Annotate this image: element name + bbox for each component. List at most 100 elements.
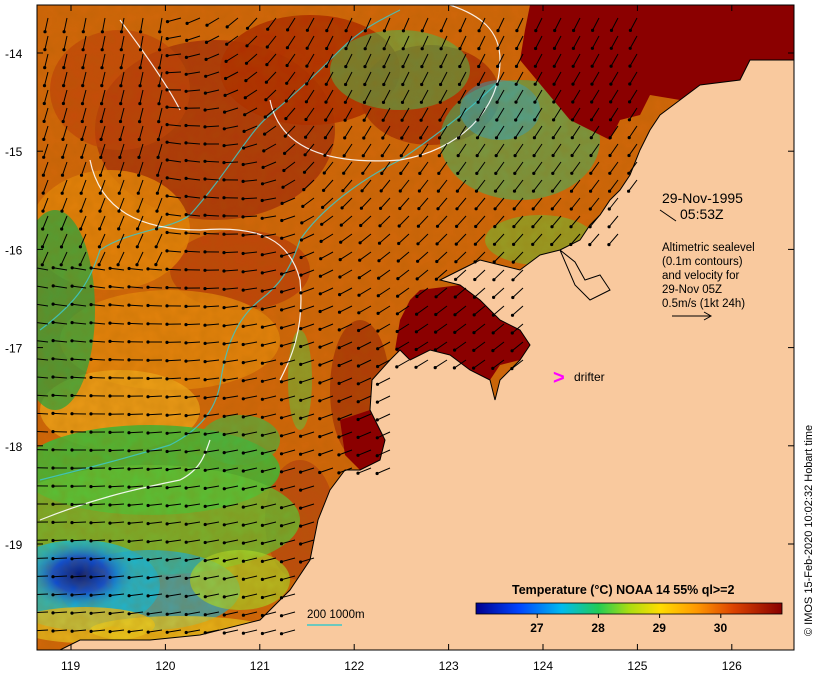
velocity-arrow-head bbox=[165, 71, 169, 75]
colorbar-tick-label: 29 bbox=[653, 621, 667, 635]
lat-tick-label: -18 bbox=[5, 440, 23, 454]
velocity-arrow-head bbox=[493, 189, 498, 193]
velocity-arrow-head bbox=[32, 521, 35, 524]
velocity-arrow-head bbox=[304, 135, 308, 139]
velocity-arrow-head bbox=[51, 284, 55, 288]
velocity-arrow-head bbox=[203, 360, 207, 364]
velocity-arrow-head bbox=[127, 376, 131, 380]
velocity-arrow-head bbox=[97, 263, 101, 267]
velocity-arrow-head bbox=[99, 137, 103, 141]
velocity-arrow-head bbox=[415, 277, 419, 281]
velocity-arrow-head bbox=[401, 65, 405, 69]
velocity-arrow-head bbox=[241, 251, 245, 256]
velocity-arrow-head bbox=[416, 242, 420, 246]
velocity-arrow-head bbox=[318, 292, 322, 296]
velocity-arrow-head bbox=[70, 412, 74, 416]
velocity-arrow-head bbox=[32, 629, 35, 632]
velocity-arrow-head bbox=[260, 253, 264, 257]
velocity-arrow-head bbox=[318, 399, 322, 403]
velocity-arrow-head bbox=[437, 171, 441, 175]
velocity-arrow-head bbox=[59, 263, 63, 267]
velocity-arrow bbox=[71, 503, 87, 505]
velocity-arrow-head bbox=[344, 82, 348, 87]
velocity-arrow-head bbox=[222, 232, 226, 236]
velocity-arrow-head bbox=[222, 196, 226, 200]
velocity-arrow-head bbox=[203, 91, 207, 95]
velocity-arrow bbox=[223, 251, 239, 254]
velocity-arrow-head bbox=[165, 20, 170, 24]
velocity-arrow-head bbox=[608, 118, 613, 122]
velocity-arrow-head bbox=[589, 171, 593, 175]
velocity-arrow-head bbox=[204, 40, 209, 45]
velocity-arrow-head bbox=[32, 430, 35, 433]
velocity-arrow-head bbox=[285, 63, 289, 68]
velocity-arrow-head bbox=[514, 100, 518, 104]
velocity-arrow-head bbox=[146, 431, 150, 435]
velocity-arrow-head bbox=[359, 223, 363, 228]
velocity-arrow-head bbox=[127, 412, 131, 417]
velocity-arrow-head bbox=[510, 331, 514, 335]
velocity-arrow-head bbox=[51, 320, 55, 324]
velocity-arrow-head bbox=[280, 254, 284, 258]
velocity-arrow-head bbox=[89, 284, 93, 288]
velocity-arrow-head bbox=[32, 502, 35, 505]
velocity-arrow-head bbox=[455, 224, 459, 228]
velocity-arrow bbox=[71, 376, 87, 379]
velocity-arrow-head bbox=[70, 339, 74, 343]
velocity-arrow-head bbox=[241, 233, 245, 237]
velocity-arrow-head bbox=[474, 224, 478, 229]
velocity-arrow-head bbox=[184, 414, 188, 418]
velocity-arrow-head bbox=[184, 89, 188, 93]
velocity-arrow-head bbox=[283, 151, 287, 155]
velocity-arrow-head bbox=[51, 448, 55, 452]
velocity-arrow-head bbox=[261, 165, 265, 169]
velocity-arrow-head bbox=[42, 101, 46, 106]
velocity-arrow-head bbox=[241, 324, 245, 328]
velocity-arrow-head bbox=[360, 189, 364, 193]
velocity-arrow-head bbox=[265, 63, 269, 67]
velocity-arrow-head bbox=[127, 358, 131, 362]
velocity-arrow-head bbox=[473, 260, 477, 264]
velocity-arrow-head bbox=[260, 451, 264, 455]
velocity-arrow-head bbox=[571, 64, 575, 68]
velocity-arrow-head bbox=[241, 179, 245, 183]
velocity-arrow-head bbox=[223, 93, 227, 97]
velocity-arrow-head bbox=[279, 470, 284, 474]
velocity-arrow bbox=[52, 575, 68, 578]
velocity-arrow-head bbox=[242, 146, 246, 150]
velocity-arrow-head bbox=[302, 170, 307, 174]
velocity-arrow-head bbox=[438, 118, 442, 122]
velocity-arrow-head bbox=[98, 173, 103, 177]
velocity-arrow-head bbox=[222, 451, 226, 455]
velocity-arrow-head bbox=[89, 521, 93, 525]
velocity-arrow-head bbox=[337, 310, 342, 314]
velocity-arrow-head bbox=[380, 171, 384, 175]
velocity-arrow-head bbox=[222, 505, 226, 509]
velocity-arrow-head bbox=[32, 575, 35, 578]
velocity-arrow-head bbox=[70, 466, 74, 470]
velocity-arrow-head bbox=[279, 434, 284, 438]
velocity-arrow-head bbox=[318, 274, 322, 278]
velocity-arrow-head bbox=[51, 502, 55, 506]
velocity-arrow-head bbox=[531, 207, 535, 211]
velocity-arrow-head bbox=[260, 595, 264, 600]
velocity-arrow-head bbox=[203, 522, 207, 527]
velocity-arrow-head bbox=[127, 576, 131, 580]
velocity-arrow-head bbox=[338, 275, 342, 279]
velocity-arrow-head bbox=[70, 611, 74, 615]
velocity-arrow-head bbox=[154, 245, 158, 249]
velocity-arrow-head bbox=[362, 136, 366, 140]
velocity-arrow-head bbox=[436, 207, 440, 211]
velocity-arrow-head bbox=[184, 213, 188, 217]
velocity-arrow-head bbox=[395, 347, 399, 351]
velocity-arrow-head bbox=[89, 629, 93, 634]
velocity-arrow-head bbox=[337, 381, 341, 385]
velocity-arrow-head bbox=[496, 46, 500, 51]
velocity-arrow-head bbox=[375, 418, 379, 422]
velocity-arrow-head bbox=[203, 559, 207, 563]
velocity-arrow-head bbox=[119, 48, 123, 52]
velocity-arrow-head bbox=[138, 84, 142, 88]
velocity-arrow-head bbox=[100, 66, 104, 70]
velocity-arrow bbox=[147, 305, 163, 307]
velocity-arrow-head bbox=[434, 277, 438, 281]
